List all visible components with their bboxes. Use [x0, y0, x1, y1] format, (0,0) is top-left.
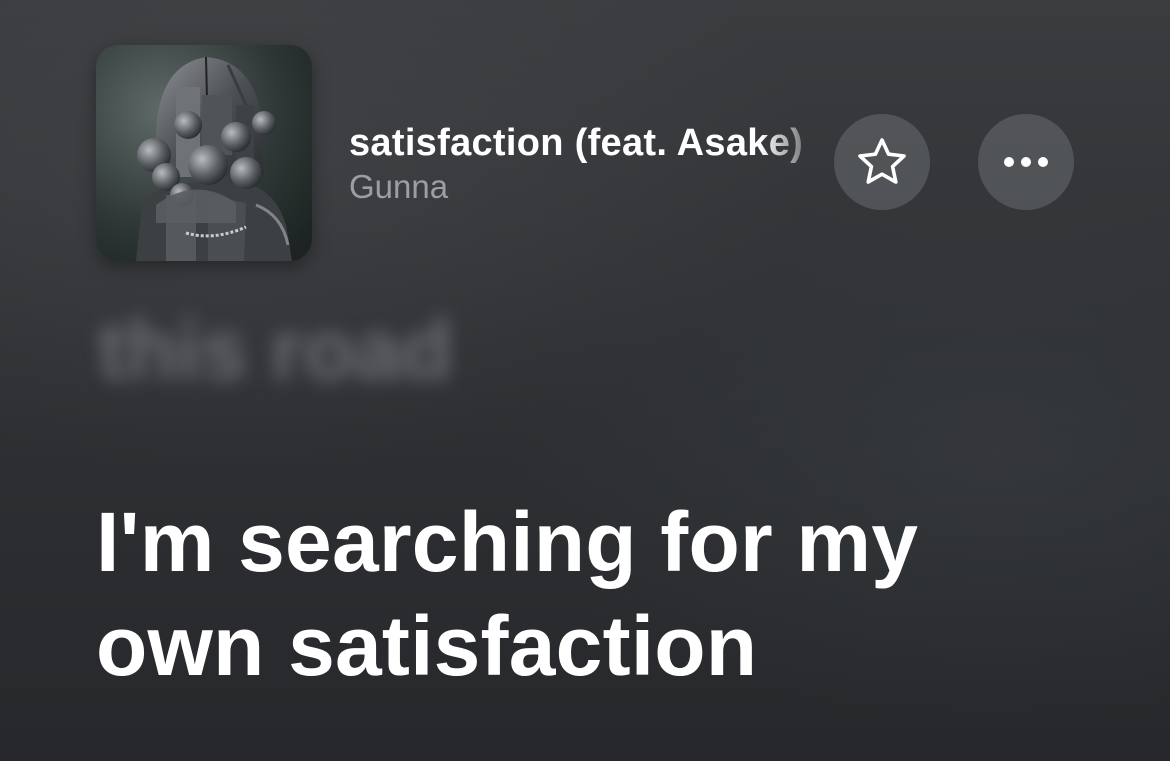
- star-icon: [858, 138, 906, 184]
- favorite-button[interactable]: [834, 114, 930, 210]
- lyric-line-current[interactable]: I'm searching for my own satisfaction: [96, 490, 1096, 698]
- album-artwork[interactable]: [96, 45, 312, 261]
- album-artwork-image: [96, 45, 312, 261]
- lyric-current-line-2: own satisfaction: [96, 599, 758, 693]
- artist-name[interactable]: Gunna: [349, 167, 448, 207]
- lyric-current-line-1: I'm searching for my: [96, 495, 919, 589]
- more-ellipsis-icon: [1004, 157, 1048, 167]
- more-options-button[interactable]: [978, 114, 1074, 210]
- song-title-container[interactable]: satisfaction (feat. Asake): [349, 120, 827, 168]
- song-title: satisfaction (feat. Asake): [349, 122, 804, 164]
- lyric-line-previous[interactable]: this road: [98, 300, 453, 400]
